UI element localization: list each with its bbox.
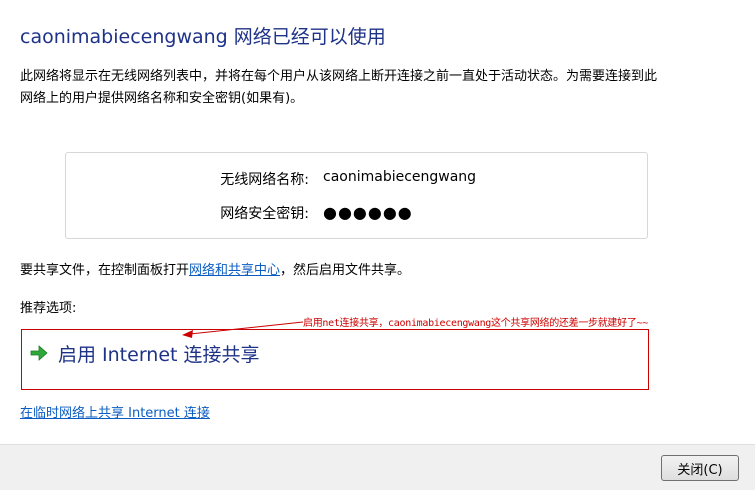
adhoc-share-internet-link[interactable]: 在临时网络上共享 Internet 连接 <box>20 406 210 421</box>
annotation-text: 启用net连接共享，caonimabiecengwang这个共享网络的还差一步就… <box>303 318 648 329</box>
close-button[interactable]: 关闭(C) <box>661 455 739 481</box>
adhoc-share-link-row: 在临时网络上共享 Internet 连接 <box>20 402 210 421</box>
dialog-footer: 关闭(C) <box>0 444 755 490</box>
